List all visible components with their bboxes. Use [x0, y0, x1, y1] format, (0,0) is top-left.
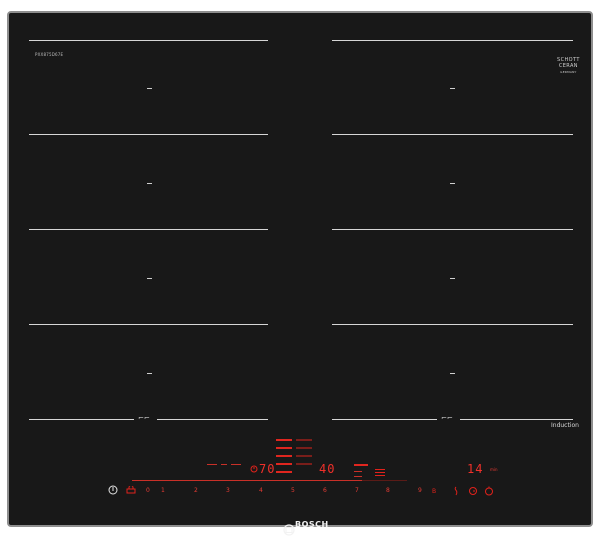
right-zone-line-1	[332, 40, 573, 41]
svg-text:B: B	[432, 488, 436, 494]
keep-warm-icon[interactable]	[452, 486, 460, 496]
power-level-display: 40	[319, 462, 336, 476]
left-zone-line-5	[29, 419, 134, 420]
model-number: PXX875D67E	[35, 52, 64, 57]
zone-marker-right-3	[450, 278, 455, 279]
scale-8[interactable]: 8	[386, 487, 390, 494]
right-zone-line-5	[332, 419, 437, 420]
flex-zone-left-icon: ⌐⌐	[138, 414, 150, 422]
zone-indicator-dash-2	[354, 476, 362, 477]
brand-logo: BOSCH	[295, 520, 329, 529]
ventilation-icon[interactable]	[375, 469, 385, 477]
left-zone-line-4	[29, 324, 268, 325]
child-lock-icon[interactable]	[126, 486, 138, 494]
right-timer-unit: min	[490, 467, 498, 472]
zone-marker-left-1	[147, 88, 152, 89]
scale-9[interactable]: 9	[418, 487, 422, 494]
zone-marker-right-2	[450, 183, 455, 184]
left-zone-line-3	[29, 229, 268, 230]
scale-4[interactable]: 4	[259, 487, 263, 494]
zone-indicator-bar	[354, 464, 368, 466]
zone-indicator-dash-1	[354, 471, 362, 472]
timer-display: 70	[259, 462, 276, 476]
sensor-frying-icon[interactable]	[207, 462, 251, 470]
scale-0[interactable]: 0	[146, 487, 150, 494]
clock-icon[interactable]	[250, 465, 258, 473]
scale-2[interactable]: 2	[194, 487, 198, 494]
scale-6[interactable]: 6	[323, 487, 327, 494]
right-zone-line-2	[332, 134, 573, 135]
schott-ceran-logo: SCHOTT CERAN GERMANY	[557, 57, 580, 74]
power-slider-track[interactable]	[132, 480, 362, 481]
bosch-logo-icon	[283, 524, 295, 536]
power-slider-track-right	[362, 480, 407, 481]
left-zone-line-1	[29, 40, 268, 41]
right-zone-line-3	[332, 229, 573, 230]
scale-7[interactable]: 7	[355, 487, 359, 494]
left-zone-line-2	[29, 134, 268, 135]
scale-5[interactable]: 5	[291, 487, 295, 494]
flex-zone-right-icon: ⌐⌐	[441, 414, 453, 422]
induction-label: Induction	[551, 422, 579, 429]
stopwatch-icon[interactable]	[484, 486, 494, 496]
right-zone-line-4	[332, 324, 573, 325]
right-zone-line-5b	[460, 419, 573, 420]
right-timer-display: 14	[467, 462, 484, 476]
timer-icon[interactable]	[468, 486, 478, 496]
boost-icon[interactable]: B	[432, 486, 442, 494]
boost-indicator-icon	[276, 439, 312, 473]
zone-marker-right-1	[450, 88, 455, 89]
zone-marker-left-3	[147, 278, 152, 279]
scale-3[interactable]: 3	[226, 487, 230, 494]
scale-1[interactable]: 1	[161, 487, 165, 494]
zone-marker-left-2	[147, 183, 152, 184]
zone-marker-right-4	[450, 373, 455, 374]
power-icon[interactable]	[108, 485, 118, 495]
cooktop: PXX875D67E SCHOTT CERAN GERMANY ⌐⌐ ⌐⌐ In…	[7, 11, 593, 536]
left-zone-line-5b	[157, 419, 268, 420]
zone-marker-left-4	[147, 373, 152, 374]
